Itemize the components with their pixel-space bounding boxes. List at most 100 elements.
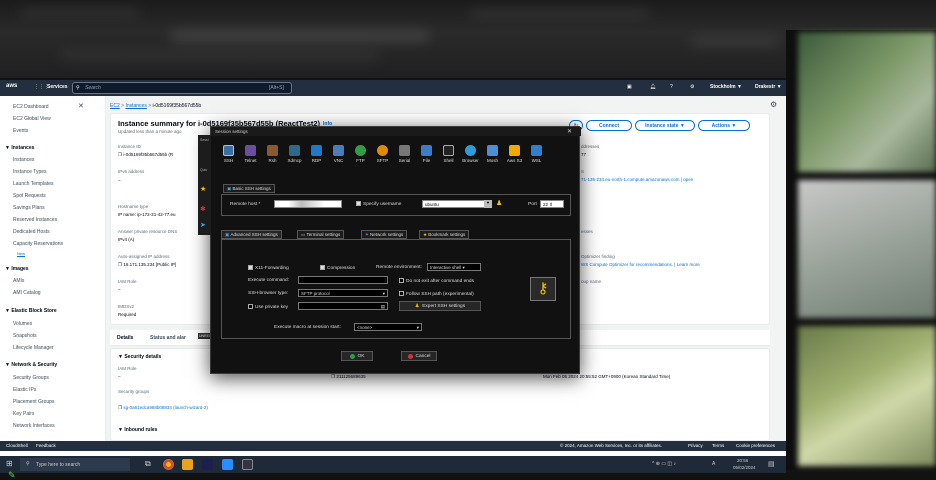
specify-username-checkbox[interactable]: Specify username xyxy=(356,201,401,207)
close-icon[interactable]: ✕ xyxy=(78,102,84,110)
remote-host-input[interactable] xyxy=(274,200,342,208)
sidebar-item-dedicated-hosts[interactable]: Dedicated Hosts xyxy=(13,229,50,235)
copy-icon[interactable]: ❐ xyxy=(118,152,122,157)
tool-browser[interactable]: Browser xyxy=(462,145,479,163)
notifications-icon[interactable]: ▤ xyxy=(768,460,775,468)
send-icon[interactable]: ➤ xyxy=(200,221,206,229)
sidebar-item-savings-plans[interactable]: Savings Plans xyxy=(13,205,45,211)
tool-shell[interactable]: Shell xyxy=(440,145,457,163)
tools-icon[interactable]: ✱ xyxy=(200,205,206,213)
ssh-browser-type-select[interactable]: SFTP protocol ▾ xyxy=(298,289,388,297)
copy-icon[interactable]: ❐ xyxy=(331,374,335,379)
tool-vnc[interactable]: VNC xyxy=(330,145,347,163)
inbound-rules-header[interactable]: ▼ Inbound rules xyxy=(118,427,157,433)
notification-icon[interactable]: 🔔︎ xyxy=(650,84,656,90)
file-icon[interactable]: ▤ xyxy=(381,304,385,310)
sidebar-item-network-interfaces[interactable]: Network Interfaces xyxy=(13,423,55,429)
privacy-link[interactable]: Privacy xyxy=(688,443,703,448)
tool-sftp[interactable]: SFTP xyxy=(374,145,391,163)
breadcrumb-ec2[interactable]: EC2 xyxy=(110,103,120,109)
tool-ftp[interactable]: FTP xyxy=(352,145,369,163)
chevron-down-icon[interactable]: ▼ xyxy=(484,200,492,208)
aws-logo[interactable]: aws xyxy=(6,83,17,89)
sidebar-item-reserved-instances[interactable]: Reserved Instances xyxy=(13,217,57,223)
cloudshell-icon[interactable]: ▣ xyxy=(627,84,632,90)
chrome-icon[interactable] xyxy=(163,459,174,470)
zoom-icon[interactable] xyxy=(222,459,233,470)
sidebar-item-elastic-ips[interactable]: Elastic IPs xyxy=(13,387,36,393)
terms-link[interactable]: Terms xyxy=(712,443,724,448)
tool-rdp[interactable]: RDP xyxy=(308,145,325,163)
settings-icon[interactable]: ⚙ xyxy=(690,84,694,90)
sidebar-item-ec2-global-view[interactable]: EC2 Global View xyxy=(13,116,51,122)
breadcrumb-instances[interactable]: Instances xyxy=(125,103,146,109)
tool-mosh[interactable]: Mosh xyxy=(484,145,501,163)
sidebar-item-placement-groups[interactable]: Placement Groups xyxy=(13,399,54,405)
sidebar-item-volumes[interactable]: Volumes xyxy=(13,321,32,327)
execute-command-input[interactable] xyxy=(298,276,388,284)
sidebar-item-security-groups[interactable]: Security Groups xyxy=(13,375,49,381)
sidebar-section-images[interactable]: ▼ Images xyxy=(5,266,29,272)
port-input[interactable]: 22 ⇕ xyxy=(540,200,564,208)
sidebar-item-spot-requests[interactable]: Spot Requests xyxy=(13,193,46,199)
expert-ssh-settings-button[interactable]: ♟ Expert SSH settings xyxy=(399,301,481,311)
premiere-icon[interactable] xyxy=(202,459,213,470)
optimizer-link[interactable]: WS Compute Optimizer for recommendations… xyxy=(581,262,700,267)
clock-time[interactable]: 20:56 xyxy=(737,458,748,463)
sidebar-section-network[interactable]: ▼ Network & Security xyxy=(5,362,57,368)
cloudshell-link[interactable]: CloudShell xyxy=(6,443,28,448)
sidebar-item-snapshots[interactable]: Snapshots xyxy=(13,333,37,339)
macro-select[interactable]: <none> ▾ xyxy=(354,323,422,331)
no-exit-checkbox[interactable]: Do not exit after command ends xyxy=(399,278,474,284)
sidebar-item-ami-catalog[interactable]: AMI Catalog xyxy=(13,290,41,296)
tab-advanced-ssh-settings[interactable]: ▣ Advanced SSH settings xyxy=(221,230,282,239)
cookie-preferences-link[interactable]: Cookie preferences xyxy=(736,443,775,448)
tool-xdmcp[interactable]: Xdmcp xyxy=(286,145,303,163)
remote-environment-select[interactable]: Interactive shell ▾ xyxy=(427,263,481,271)
clock-date[interactable]: 05/02/2024 xyxy=(733,465,756,470)
help-icon[interactable]: ? xyxy=(670,84,673,90)
follow-ssh-path-checkbox[interactable]: Follow SSH path (experimental) xyxy=(399,291,474,297)
tab-basic-ssh-settings[interactable]: ▣ Basic SSH settings xyxy=(223,184,275,193)
security-details-header[interactable]: ▼ Security details xyxy=(118,354,161,360)
connect-button[interactable]: Connect xyxy=(586,120,632,131)
copy-icon[interactable]: ❐ xyxy=(118,405,122,410)
sidebar-item-launch-templates[interactable]: Launch Templates xyxy=(13,181,54,187)
sidebar-item-key-pairs[interactable]: Key Pairs xyxy=(13,411,34,417)
tab-network-settings[interactable]: ✦ Network settings xyxy=(361,230,408,239)
tab-details[interactable]: Details xyxy=(117,335,133,341)
star-icon[interactable]: ★ xyxy=(200,185,206,193)
cancel-button[interactable]: Cancel xyxy=(401,351,437,361)
taskbar-search[interactable]: ⚲ Type here to search xyxy=(20,458,130,471)
x11-forwarding-checkbox[interactable]: X11-Forwarding xyxy=(248,265,289,271)
sidebar-section-instances[interactable]: ▼ Instances xyxy=(5,145,34,151)
sidebar-section-ebs[interactable]: ▼ Elastic Block Store xyxy=(5,308,57,314)
region-selector[interactable]: Stockholm ▼ xyxy=(710,84,742,90)
language-indicator[interactable]: A xyxy=(712,461,715,467)
close-icon[interactable]: ✕ xyxy=(567,128,572,135)
user-icon[interactable]: ♟ xyxy=(496,199,502,207)
quick-strip-label[interactable]: Quic xyxy=(200,168,207,172)
file-explorer-icon[interactable] xyxy=(182,459,193,470)
sessions-strip-label[interactable]: Sessi xyxy=(200,138,209,142)
sidebar-item-capacity-reservations[interactable]: Capacity Reservations xyxy=(13,241,63,247)
tab-status[interactable]: Status and alar xyxy=(150,335,186,341)
search-input[interactable]: ⚲ Search [Alt+S] xyxy=(72,82,292,94)
public-dns-link[interactable]: 71-135-234.eu-north-1.compute.amazonaws.… xyxy=(581,177,693,182)
tool-aws-s3[interactable]: Aws S3 xyxy=(506,145,523,163)
username-input[interactable]: ubuntu xyxy=(422,200,492,208)
tool-wsl[interactable]: WSL xyxy=(528,145,545,163)
ok-button[interactable]: OK xyxy=(341,351,373,361)
sidebar-item-amis[interactable]: AMIs xyxy=(13,278,24,284)
tab-terminal-settings[interactable]: ▭ Terminal settings xyxy=(297,230,345,239)
task-view-icon[interactable]: ⧉ xyxy=(145,459,151,469)
services-menu[interactable]: Services xyxy=(47,84,68,90)
sidebar-item-instances[interactable]: Instances xyxy=(13,157,34,163)
sidebar-item-ec2-dashboard[interactable]: EC2 Dashboard xyxy=(13,104,49,110)
private-key-input[interactable]: ▤ xyxy=(298,302,388,310)
tool-ssh[interactable]: SSH xyxy=(220,145,237,163)
gear-icon[interactable]: ⚙ xyxy=(770,100,777,109)
compression-checkbox[interactable]: Compression xyxy=(320,265,355,271)
windows-start-icon[interactable]: ⊞ xyxy=(6,459,13,468)
user-menu[interactable]: Drakestr ▼ xyxy=(755,84,782,90)
